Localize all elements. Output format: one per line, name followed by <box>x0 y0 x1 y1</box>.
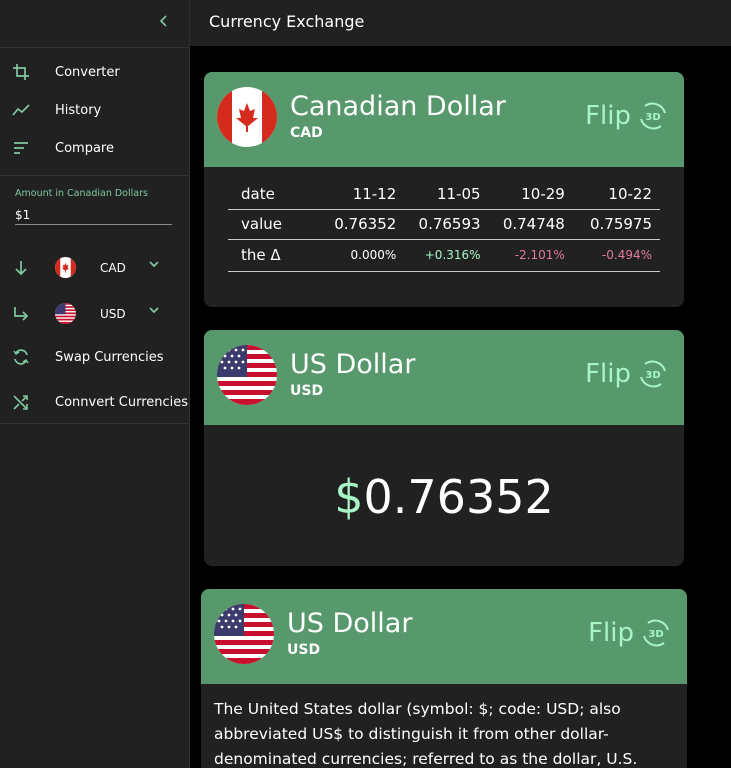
table-cell: 0.000% <box>312 239 397 272</box>
convert-currencies-button[interactable]: Connvert Currencies <box>0 383 189 421</box>
currency-name: US Dollar <box>287 608 413 639</box>
table-cell: +0.316% <box>396 239 481 272</box>
chevron-down-icon <box>147 256 161 270</box>
card-header: US Dollar USD Flip 3D <box>204 330 684 425</box>
flip-label: Flip <box>588 618 634 648</box>
converted-amount: $0.76352 <box>204 470 684 524</box>
currency-name: US Dollar <box>290 349 416 380</box>
table-cell: 11-05 <box>396 179 481 210</box>
us-flag-icon <box>217 345 277 405</box>
amount-label: Amount in Canadian Dollars <box>15 188 148 199</box>
nav-label: Converter <box>55 64 120 80</box>
table-row: value 0.76352 0.76593 0.74748 0.75975 <box>228 209 660 240</box>
currency-card-cad: Canadian Dollar CAD Flip 3D date 11-12 1… <box>204 72 684 307</box>
currency-code: USD <box>287 642 321 658</box>
crop-icon <box>12 63 30 81</box>
nav-compare[interactable]: Compare <box>0 129 189 167</box>
currency-description: The United States dollar (symbol: $; cod… <box>214 700 638 768</box>
currency-code: USD <box>100 307 126 321</box>
row-label: value <box>228 209 312 240</box>
action-label: Connvert Currencies <box>55 394 189 410</box>
table-cell: 10-22 <box>564 179 660 210</box>
table-cell: 0.76352 <box>312 209 397 240</box>
currency-card-usd-amount: US Dollar USD Flip 3D $0.76352 <box>204 330 684 566</box>
table-cell: -0.494% <box>564 239 660 272</box>
from-currency-select[interactable]: CAD <box>0 253 189 283</box>
amount-input[interactable] <box>15 205 172 225</box>
nav-converter[interactable]: Converter <box>0 53 189 91</box>
swap-icon <box>12 348 30 366</box>
flip-button[interactable]: Flip 3D <box>585 357 669 391</box>
flip-label: Flip <box>585 359 631 389</box>
shuffle-icon <box>12 393 30 411</box>
card-header: Canadian Dollar CAD Flip 3D <box>204 72 684 167</box>
currency-name: Canadian Dollar <box>290 91 506 122</box>
chevron-left-icon <box>159 15 167 27</box>
card-header: US Dollar USD Flip 3D <box>201 589 687 684</box>
table-cell: -2.101% <box>480 239 565 272</box>
currency-code: CAD <box>290 125 323 141</box>
nav-label: Compare <box>55 140 114 156</box>
3d-rotation-icon: 3D <box>640 102 666 130</box>
amount-value: 0.76352 <box>363 470 554 524</box>
table-cell: 0.75975 <box>564 209 660 240</box>
currency-symbol: $ <box>334 470 364 524</box>
trend-icon <box>12 101 30 119</box>
table-row: the Δ 0.000% +0.316% -2.101% -0.494% <box>228 239 660 272</box>
divider <box>0 423 189 424</box>
table-cell: 0.76593 <box>396 209 481 240</box>
canada-flag-icon <box>217 87 277 147</box>
row-label: date <box>228 179 312 210</box>
chevron-down-icon <box>147 302 161 316</box>
table-cell: 11-12 <box>312 179 397 210</box>
page-title: Currency Exchange <box>209 12 365 31</box>
flip-label: Flip <box>585 101 631 131</box>
us-flag-icon <box>214 604 274 664</box>
table-cell: 10-29 <box>480 179 565 210</box>
3d-label: 3D <box>648 629 663 640</box>
currency-card-usd-info: US Dollar USD Flip 3D The United States … <box>201 589 687 768</box>
canada-flag-icon <box>55 257 76 278</box>
us-flag-icon <box>55 303 76 324</box>
3d-rotation-icon: 3D <box>640 360 666 388</box>
swap-currencies-button[interactable]: Swap Currencies <box>0 338 189 376</box>
row-label: the Δ <box>228 239 312 272</box>
divider <box>0 175 189 176</box>
arrow-down-icon <box>12 259 30 277</box>
nav-label: History <box>55 102 102 118</box>
action-label: Swap Currencies <box>55 349 164 365</box>
app-header: Currency Exchange <box>190 0 731 46</box>
subdirectory-arrow-icon <box>12 305 30 323</box>
3d-label: 3D <box>645 112 660 123</box>
collapse-sidebar-button[interactable] <box>156 13 172 29</box>
3d-label: 3D <box>645 370 660 381</box>
sidebar: Converter History Compare Amount in Cana… <box>0 0 190 768</box>
divider <box>0 47 189 48</box>
3d-rotation-icon: 3D <box>643 619 669 647</box>
table-cell: 0.74748 <box>480 209 565 240</box>
nav-history[interactable]: History <box>0 91 189 129</box>
flip-button[interactable]: Flip 3D <box>585 99 669 133</box>
rates-table: date 11-12 11-05 10-29 10-22 value 0.763… <box>228 179 660 272</box>
currency-code: USD <box>290 383 324 399</box>
flip-button[interactable]: Flip 3D <box>588 616 672 650</box>
table-row: date 11-12 11-05 10-29 10-22 <box>228 179 660 210</box>
to-currency-select[interactable]: USD <box>0 299 189 329</box>
sort-icon <box>12 139 30 157</box>
currency-code: CAD <box>100 261 126 275</box>
